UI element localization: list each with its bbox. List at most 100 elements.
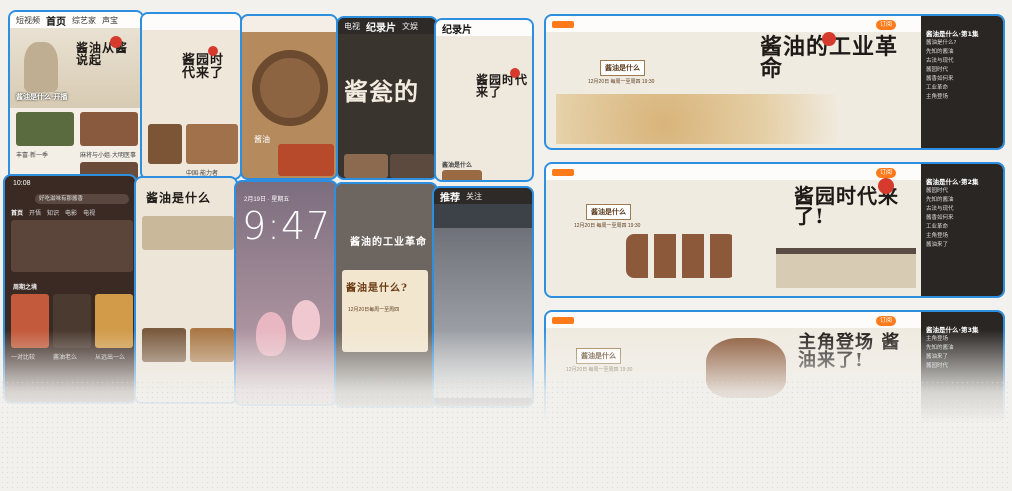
banner-caption: 酱油是什么·开播: [16, 94, 68, 101]
video-thumbnail[interactable]: [80, 112, 138, 146]
sidebar-item[interactable]: 主角登场: [926, 232, 998, 241]
section-title: 周期之境: [13, 285, 38, 291]
card-subcaption: 12月20日每周一至周四: [348, 307, 400, 313]
top-bar: [242, 16, 336, 32]
phone-screenshot-lock[interactable]: 2月19日 · 星期五 9:47: [234, 180, 338, 406]
sidebar-item[interactable]: 主角登场: [926, 335, 998, 344]
desktop-screenshot-2[interactable]: 订阅 酱油是什么 12月20日 每周一至周四 19:30 酱园时代来了! 酱油是…: [544, 162, 1005, 298]
desktop-screenshot-1[interactable]: 订阅 酱油是什么 12月20日 每周一至周四 19:30 酱油的工业革命 酱油是…: [544, 14, 1005, 150]
tab-item[interactable]: 首页: [46, 13, 66, 28]
docu-thumbnail[interactable]: [390, 154, 434, 178]
scene-thumbnail[interactable]: [142, 328, 186, 362]
tab-item[interactable]: 短视频: [16, 15, 40, 26]
sidebar-item[interactable]: 先知的酱油: [926, 48, 998, 57]
sidebar-item[interactable]: 酱油来了: [926, 353, 998, 362]
hero-title: 酱园时代来了: [182, 53, 225, 81]
phone-screenshot-dark[interactable]: 电视 纪录片 文娱 酱瓮的: [336, 16, 438, 180]
hero-title: 酱园时代来了: [476, 73, 529, 99]
phone-screenshot-home[interactable]: 短视频 首页 综艺家 声宝 酱油从酱说起 酱油是什么·开播 丰富·新一季 麻将与…: [8, 10, 144, 184]
sidebar-item[interactable]: 酱油是什么?: [926, 39, 998, 48]
phone-screenshot-machine[interactable]: 酱油: [240, 14, 338, 180]
phone-screenshot-docu[interactable]: 酱园时代来了 中国·能力者: [140, 12, 242, 180]
tab-item[interactable]: 推荐: [440, 189, 460, 204]
tab-item[interactable]: 电视: [83, 208, 95, 217]
poster-caption: 酱油老么: [53, 355, 78, 361]
phone-screenshot-poster[interactable]: 酱油的工业革命 酱油是什么? 12月20日每周一至周四: [334, 182, 438, 408]
lock-clock: 9:47: [242, 204, 332, 248]
tulip-illustration: [292, 300, 320, 340]
sidebar-item[interactable]: 古法与现代: [926, 57, 998, 66]
sidebar-item[interactable]: 酱园时代: [926, 187, 998, 196]
docu-thumbnail[interactable]: [442, 170, 482, 180]
sidebar-item[interactable]: 工业革命: [926, 223, 998, 232]
sidebar-item[interactable]: 先知的酱油: [926, 344, 998, 353]
tab-item[interactable]: 开悟: [29, 208, 41, 217]
sidebar-item[interactable]: 古法与现代: [926, 205, 998, 214]
app-logo: [552, 20, 574, 28]
tab-item[interactable]: 声宝: [102, 15, 118, 26]
video-thumbnail[interactable]: [16, 112, 74, 146]
sidebar-item[interactable]: 酱油来了: [926, 241, 998, 250]
phone-screenshot-venue[interactable]: 推荐 关注: [432, 186, 534, 408]
scene-label: 酱油: [254, 135, 270, 144]
subscribe-button[interactable]: 订阅: [876, 168, 897, 178]
card-title: 酱油是什么?: [346, 283, 408, 294]
sidebar-item[interactable]: 酱园时代: [926, 362, 998, 371]
desktop-screenshot-3[interactable]: 订阅 酱油是什么 12月20日 每周一至周四 19:30 主角登场 酱油来了! …: [544, 310, 1005, 446]
tab-item[interactable]: 综艺家: [72, 15, 96, 26]
poster-thumbnail[interactable]: [53, 294, 91, 348]
hero-title: 酱油的工业革命: [760, 34, 899, 82]
promo-pill[interactable]: 酱油是什么: [576, 348, 621, 364]
promo-subcaption: 12月20日 每周一至周四 19:30: [588, 79, 655, 85]
phone-screenshot-app[interactable]: 10:08 好吃滋味有那酱香 首页 开悟 知识 电影 电视 周期之境 一对比较 …: [3, 174, 137, 404]
tab-item[interactable]: 电视: [344, 21, 360, 32]
subscribe-button[interactable]: 订阅: [876, 316, 897, 326]
sidebar-item[interactable]: 酱香如何来: [926, 75, 998, 84]
docu-thumbnail[interactable]: [186, 124, 238, 164]
search-input[interactable]: 好吃滋味有那酱香: [35, 194, 129, 204]
hero-title: 主角登场 酱油来了!: [798, 332, 901, 371]
sidebar-heading: 酱油是什么·第3集: [926, 326, 979, 334]
tab-item[interactable]: 知识: [47, 208, 59, 217]
tab-item[interactable]: 电影: [65, 208, 77, 217]
machine-illustration: [252, 50, 328, 126]
episode-sidebar: 酱油是什么·第2集 酱园时代 先知的酱油 古法与现代 酱香如何来 工业革命 主角…: [921, 164, 1003, 296]
top-tabs: 电视 纪录片 文娱: [338, 18, 436, 34]
showcase-stage: 短视频 首页 综艺家 声宝 酱油从酱说起 酱油是什么·开播 丰富·新一季 麻将与…: [0, 0, 1012, 491]
tab-item[interactable]: 纪录片: [366, 19, 396, 34]
scene-illustration: [556, 94, 916, 144]
tab-item[interactable]: 关注: [466, 191, 482, 202]
tab-item[interactable]: 首页: [11, 208, 23, 217]
sidebar-item[interactable]: 主角登场: [926, 93, 998, 102]
promo-pill[interactable]: 酱油是什么: [586, 204, 631, 220]
phone-screenshot-docu-2[interactable]: 纪录片 酱园时代来了 酱油是什么: [434, 18, 534, 182]
tab-item[interactable]: 纪录片: [442, 21, 472, 36]
feature-banner[interactable]: [11, 220, 133, 272]
promo-pill[interactable]: 酱油是什么: [600, 60, 645, 76]
sidebar-item[interactable]: 酱香如何来: [926, 214, 998, 223]
video-caption: 丰富·新一季: [16, 153, 48, 159]
docu-thumbnail[interactable]: [344, 154, 388, 178]
jar-illustration: [706, 338, 786, 398]
sidebar-item[interactable]: 先知的酱油: [926, 196, 998, 205]
poster-thumbnail[interactable]: [11, 294, 49, 348]
character-figure: [24, 42, 58, 92]
sidebar-item[interactable]: 工业革命: [926, 84, 998, 93]
top-bar: [142, 14, 240, 30]
episode-sidebar: 酱油是什么·第1集 酱油是什么? 先知的酱油 古法与现代 酱园时代 酱香如何来 …: [921, 16, 1003, 148]
hero-illustration: 酱油从酱说起 酱油是什么·开播: [10, 28, 142, 108]
promo-card[interactable]: 酱油是什么? 12月20日每周一至周四: [342, 270, 428, 352]
phone-screenshot-detail[interactable]: 酱油是什么: [134, 176, 238, 404]
scene-thumbnail[interactable]: [278, 144, 334, 176]
sidebar-item[interactable]: 酱园时代: [926, 66, 998, 75]
app-logo: [552, 168, 574, 176]
hero-thumbnail[interactable]: [142, 216, 234, 250]
hero-title: 酱油是什么: [146, 191, 212, 205]
seal-icon: [510, 68, 520, 78]
tab-item[interactable]: 文娱: [402, 21, 418, 32]
poster-thumbnail[interactable]: [95, 294, 133, 348]
docu-thumbnail[interactable]: [148, 124, 182, 164]
scene-thumbnail[interactable]: [190, 328, 234, 362]
building-illustration: [776, 248, 916, 288]
subscribe-button[interactable]: 订阅: [876, 20, 897, 30]
